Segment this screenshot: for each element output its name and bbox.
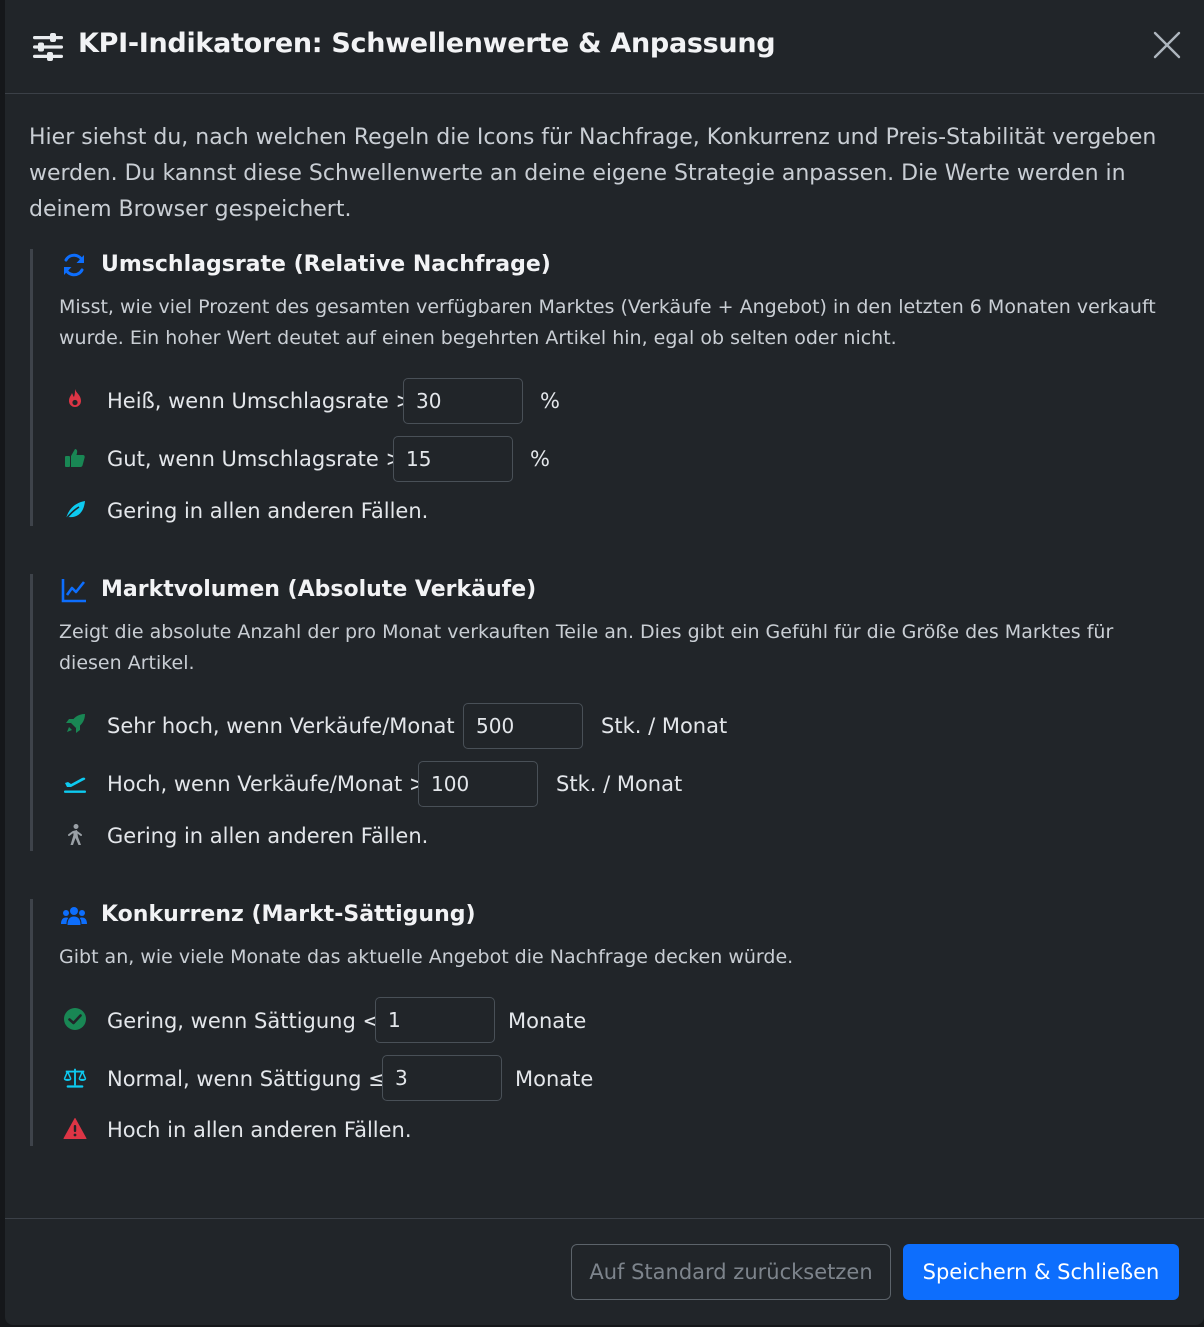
- high-saturation-label: Hoch in allen anderen Fällen.: [107, 1118, 412, 1142]
- normal-saturation-unit: Monate: [515, 1067, 594, 1091]
- thumbs-up-icon: [65, 449, 85, 467]
- check-circle-icon: [64, 1008, 86, 1030]
- fire-icon: [69, 389, 81, 407]
- low-demand-label: Gering in allen anderen Fällen.: [107, 499, 429, 523]
- balance-scale-icon: [63, 1068, 87, 1088]
- high-volume-unit: Stk. / Monat: [556, 772, 683, 796]
- hot-threshold-label: Heiß, wenn Umschlagsrate >: [107, 389, 414, 413]
- section-description: Gibt an, wie viele Monate das aktuelle A…: [59, 946, 794, 968]
- save-close-button[interactable]: Speichern & Schließen: [903, 1244, 1179, 1300]
- modal-header: KPI-Indikatoren: Schwellenwerte & Anpass…: [5, 0, 1204, 94]
- very-high-volume-input[interactable]: [463, 703, 583, 749]
- sliders-icon: [33, 33, 63, 61]
- section-umschlagsrate: Umschlagsrate (Relative Nachfrage) Misst…: [30, 249, 1183, 526]
- low-volume-label: Gering in allen anderen Fällen.: [107, 824, 429, 848]
- section-description: Zeigt die absolute Anzahl der pro Monat …: [59, 621, 1114, 674]
- warning-triangle-icon: [63, 1118, 87, 1139]
- close-icon[interactable]: [1152, 30, 1182, 60]
- modal-title: KPI-Indikatoren: Schwellenwerte & Anpass…: [78, 28, 776, 59]
- section-title: Konkurrenz (Markt-Sättigung): [101, 902, 476, 927]
- section-konkurrenz: Konkurrenz (Markt-Sättigung) Gibt an, wi…: [30, 899, 1183, 1146]
- normal-saturation-label: Normal, wenn Sättigung ≤: [107, 1067, 386, 1091]
- very-high-volume-unit: Stk. / Monat: [601, 714, 728, 738]
- section-title: Marktvolumen (Absolute Verkäufe): [101, 577, 537, 602]
- normal-saturation-input[interactable]: [382, 1055, 502, 1101]
- line-chart-icon: [61, 579, 86, 603]
- good-threshold-label: Gut, wenn Umschlagsrate >: [107, 447, 404, 471]
- high-volume-input[interactable]: [418, 761, 538, 807]
- good-threshold-unit: %: [530, 447, 550, 471]
- section-title: Umschlagsrate (Relative Nachfrage): [101, 252, 551, 277]
- low-saturation-unit: Monate: [508, 1009, 587, 1033]
- reset-defaults-button[interactable]: Auf Standard zurücksetzen: [571, 1244, 891, 1300]
- kpi-settings-modal: KPI-Indikatoren: Schwellenwerte & Anpass…: [5, 0, 1204, 1325]
- walking-icon: [68, 824, 82, 845]
- hot-threshold-input[interactable]: [403, 378, 523, 424]
- good-threshold-input[interactable]: [393, 436, 513, 482]
- low-saturation-label: Gering, wenn Sättigung <: [107, 1009, 381, 1033]
- section-marktvolumen: Marktvolumen (Absolute Verkäufe) Zeigt d…: [30, 574, 1183, 851]
- intro-text: Hier siehst du, nach welchen Regeln die …: [29, 125, 1157, 222]
- low-saturation-input[interactable]: [375, 997, 495, 1043]
- plane-departure-icon: [64, 777, 86, 793]
- hot-threshold-unit: %: [540, 389, 560, 413]
- sync-icon: [64, 253, 84, 277]
- high-volume-label: Hoch, wenn Verkäufe/Monat >: [107, 772, 427, 796]
- leaf-icon: [65, 501, 85, 520]
- rocket-icon: [66, 714, 85, 733]
- modal-footer: Auf Standard zurücksetzen Speichern & Sc…: [5, 1218, 1204, 1326]
- very-high-volume-label: Sehr hoch, wenn Verkäufe/Monat >: [107, 714, 479, 738]
- section-description: Misst, wie viel Prozent des gesamten ver…: [59, 296, 1156, 349]
- users-icon: [61, 907, 87, 925]
